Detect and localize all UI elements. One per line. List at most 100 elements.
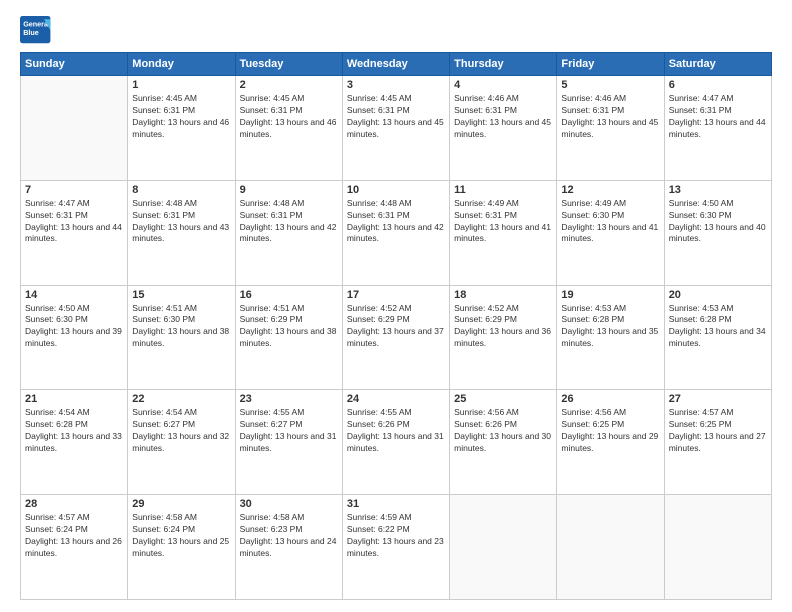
- day-info: Sunrise: 4:50 AM Sunset: 6:30 PM Dayligh…: [669, 198, 767, 246]
- day-header: Sunday: [21, 53, 128, 76]
- day-info: Sunrise: 4:45 AM Sunset: 6:31 PM Dayligh…: [132, 93, 230, 141]
- day-number: 30: [240, 498, 338, 510]
- day-number: 15: [132, 289, 230, 301]
- day-number: 29: [132, 498, 230, 510]
- day-info: Sunrise: 4:46 AM Sunset: 6:31 PM Dayligh…: [561, 93, 659, 141]
- calendar-cell: 7 Sunrise: 4:47 AM Sunset: 6:31 PM Dayli…: [21, 180, 128, 285]
- logo-icon: General Blue: [20, 16, 52, 44]
- calendar-cell: 31 Sunrise: 4:59 AM Sunset: 6:22 PM Dayl…: [342, 495, 449, 600]
- day-info: Sunrise: 4:51 AM Sunset: 6:30 PM Dayligh…: [132, 303, 230, 351]
- svg-text:Blue: Blue: [23, 28, 39, 37]
- day-info: Sunrise: 4:54 AM Sunset: 6:27 PM Dayligh…: [132, 407, 230, 455]
- calendar-cell: 21 Sunrise: 4:54 AM Sunset: 6:28 PM Dayl…: [21, 390, 128, 495]
- day-number: 23: [240, 393, 338, 405]
- day-info: Sunrise: 4:46 AM Sunset: 6:31 PM Dayligh…: [454, 93, 552, 141]
- day-number: 31: [347, 498, 445, 510]
- day-number: 14: [25, 289, 123, 301]
- day-header: Friday: [557, 53, 664, 76]
- calendar-cell: 27 Sunrise: 4:57 AM Sunset: 6:25 PM Dayl…: [664, 390, 771, 495]
- day-info: Sunrise: 4:58 AM Sunset: 6:23 PM Dayligh…: [240, 512, 338, 560]
- day-info: Sunrise: 4:51 AM Sunset: 6:29 PM Dayligh…: [240, 303, 338, 351]
- day-number: 28: [25, 498, 123, 510]
- calendar-cell: 8 Sunrise: 4:48 AM Sunset: 6:31 PM Dayli…: [128, 180, 235, 285]
- day-info: Sunrise: 4:45 AM Sunset: 6:31 PM Dayligh…: [347, 93, 445, 141]
- calendar-cell: 15 Sunrise: 4:51 AM Sunset: 6:30 PM Dayl…: [128, 285, 235, 390]
- day-number: 17: [347, 289, 445, 301]
- calendar-cell: 5 Sunrise: 4:46 AM Sunset: 6:31 PM Dayli…: [557, 76, 664, 181]
- calendar-cell: 19 Sunrise: 4:53 AM Sunset: 6:28 PM Dayl…: [557, 285, 664, 390]
- day-number: 27: [669, 393, 767, 405]
- day-number: 4: [454, 79, 552, 91]
- calendar-cell: [557, 495, 664, 600]
- day-info: Sunrise: 4:49 AM Sunset: 6:30 PM Dayligh…: [561, 198, 659, 246]
- calendar-table: SundayMondayTuesdayWednesdayThursdayFrid…: [20, 52, 772, 600]
- day-number: 26: [561, 393, 659, 405]
- calendar-cell: 25 Sunrise: 4:56 AM Sunset: 6:26 PM Dayl…: [450, 390, 557, 495]
- calendar-cell: 23 Sunrise: 4:55 AM Sunset: 6:27 PM Dayl…: [235, 390, 342, 495]
- day-info: Sunrise: 4:47 AM Sunset: 6:31 PM Dayligh…: [669, 93, 767, 141]
- day-info: Sunrise: 4:45 AM Sunset: 6:31 PM Dayligh…: [240, 93, 338, 141]
- day-number: 2: [240, 79, 338, 91]
- calendar-cell: 11 Sunrise: 4:49 AM Sunset: 6:31 PM Dayl…: [450, 180, 557, 285]
- day-number: 22: [132, 393, 230, 405]
- calendar-cell: 22 Sunrise: 4:54 AM Sunset: 6:27 PM Dayl…: [128, 390, 235, 495]
- day-number: 5: [561, 79, 659, 91]
- day-number: 8: [132, 184, 230, 196]
- day-number: 21: [25, 393, 123, 405]
- day-info: Sunrise: 4:56 AM Sunset: 6:25 PM Dayligh…: [561, 407, 659, 455]
- day-info: Sunrise: 4:53 AM Sunset: 6:28 PM Dayligh…: [669, 303, 767, 351]
- day-info: Sunrise: 4:53 AM Sunset: 6:28 PM Dayligh…: [561, 303, 659, 351]
- day-info: Sunrise: 4:48 AM Sunset: 6:31 PM Dayligh…: [132, 198, 230, 246]
- calendar-cell: [450, 495, 557, 600]
- day-number: 16: [240, 289, 338, 301]
- calendar-cell: 6 Sunrise: 4:47 AM Sunset: 6:31 PM Dayli…: [664, 76, 771, 181]
- calendar-cell: 20 Sunrise: 4:53 AM Sunset: 6:28 PM Dayl…: [664, 285, 771, 390]
- calendar-cell: 1 Sunrise: 4:45 AM Sunset: 6:31 PM Dayli…: [128, 76, 235, 181]
- day-info: Sunrise: 4:55 AM Sunset: 6:26 PM Dayligh…: [347, 407, 445, 455]
- calendar-cell: 13 Sunrise: 4:50 AM Sunset: 6:30 PM Dayl…: [664, 180, 771, 285]
- calendar-cell: 28 Sunrise: 4:57 AM Sunset: 6:24 PM Dayl…: [21, 495, 128, 600]
- day-info: Sunrise: 4:48 AM Sunset: 6:31 PM Dayligh…: [240, 198, 338, 246]
- calendar-cell: 16 Sunrise: 4:51 AM Sunset: 6:29 PM Dayl…: [235, 285, 342, 390]
- day-number: 24: [347, 393, 445, 405]
- day-info: Sunrise: 4:56 AM Sunset: 6:26 PM Dayligh…: [454, 407, 552, 455]
- calendar-cell: 30 Sunrise: 4:58 AM Sunset: 6:23 PM Dayl…: [235, 495, 342, 600]
- day-info: Sunrise: 4:52 AM Sunset: 6:29 PM Dayligh…: [347, 303, 445, 351]
- day-info: Sunrise: 4:55 AM Sunset: 6:27 PM Dayligh…: [240, 407, 338, 455]
- day-info: Sunrise: 4:48 AM Sunset: 6:31 PM Dayligh…: [347, 198, 445, 246]
- calendar-cell: 4 Sunrise: 4:46 AM Sunset: 6:31 PM Dayli…: [450, 76, 557, 181]
- day-info: Sunrise: 4:52 AM Sunset: 6:29 PM Dayligh…: [454, 303, 552, 351]
- calendar-cell: 18 Sunrise: 4:52 AM Sunset: 6:29 PM Dayl…: [450, 285, 557, 390]
- calendar-cell: [664, 495, 771, 600]
- logo: General Blue: [20, 16, 52, 44]
- day-info: Sunrise: 4:50 AM Sunset: 6:30 PM Dayligh…: [25, 303, 123, 351]
- day-info: Sunrise: 4:47 AM Sunset: 6:31 PM Dayligh…: [25, 198, 123, 246]
- calendar-cell: 14 Sunrise: 4:50 AM Sunset: 6:30 PM Dayl…: [21, 285, 128, 390]
- day-info: Sunrise: 4:49 AM Sunset: 6:31 PM Dayligh…: [454, 198, 552, 246]
- day-number: 3: [347, 79, 445, 91]
- day-number: 25: [454, 393, 552, 405]
- day-header: Thursday: [450, 53, 557, 76]
- day-number: 18: [454, 289, 552, 301]
- calendar-cell: 10 Sunrise: 4:48 AM Sunset: 6:31 PM Dayl…: [342, 180, 449, 285]
- day-info: Sunrise: 4:58 AM Sunset: 6:24 PM Dayligh…: [132, 512, 230, 560]
- calendar-cell: 12 Sunrise: 4:49 AM Sunset: 6:30 PM Dayl…: [557, 180, 664, 285]
- day-number: 11: [454, 184, 552, 196]
- header: General Blue: [20, 16, 772, 44]
- calendar-cell: 9 Sunrise: 4:48 AM Sunset: 6:31 PM Dayli…: [235, 180, 342, 285]
- day-number: 1: [132, 79, 230, 91]
- calendar-cell: 26 Sunrise: 4:56 AM Sunset: 6:25 PM Dayl…: [557, 390, 664, 495]
- calendar-cell: [21, 76, 128, 181]
- day-number: 13: [669, 184, 767, 196]
- day-info: Sunrise: 4:57 AM Sunset: 6:25 PM Dayligh…: [669, 407, 767, 455]
- day-number: 12: [561, 184, 659, 196]
- calendar-cell: 17 Sunrise: 4:52 AM Sunset: 6:29 PM Dayl…: [342, 285, 449, 390]
- calendar-cell: 29 Sunrise: 4:58 AM Sunset: 6:24 PM Dayl…: [128, 495, 235, 600]
- day-number: 7: [25, 184, 123, 196]
- day-info: Sunrise: 4:59 AM Sunset: 6:22 PM Dayligh…: [347, 512, 445, 560]
- day-header: Tuesday: [235, 53, 342, 76]
- day-header: Monday: [128, 53, 235, 76]
- calendar-cell: 2 Sunrise: 4:45 AM Sunset: 6:31 PM Dayli…: [235, 76, 342, 181]
- calendar-cell: 3 Sunrise: 4:45 AM Sunset: 6:31 PM Dayli…: [342, 76, 449, 181]
- day-header: Saturday: [664, 53, 771, 76]
